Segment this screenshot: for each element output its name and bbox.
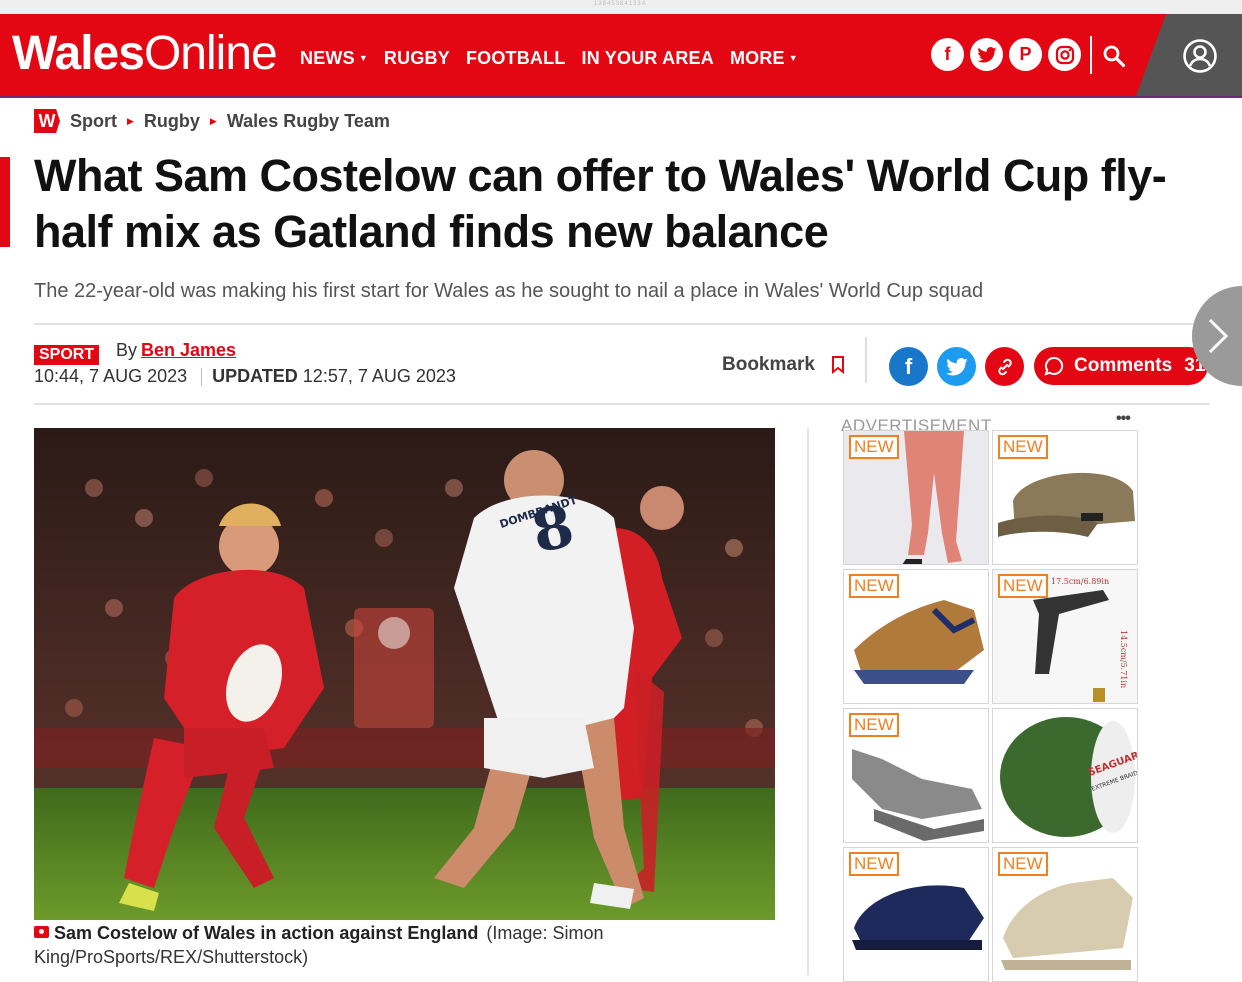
- article-headline: What Sam Costelow can offer to Wales' Wo…: [34, 150, 1167, 257]
- search-icon[interactable]: [1102, 44, 1126, 68]
- published-time: 10:44, 7 AUG 2023: [34, 366, 188, 386]
- home-badge[interactable]: W: [34, 109, 60, 133]
- divider: [34, 403, 1210, 405]
- dateline: 10:44, 7 AUG 2023 UPDATED 12:57, 7 AUG 2…: [34, 366, 456, 387]
- updated-time: 12:57, 7 AUG 2023: [302, 366, 456, 386]
- logo-light: Online: [143, 27, 278, 80]
- chevron-down-icon: ▼: [358, 53, 368, 63]
- menu-item-news[interactable]: NEWS ▼: [300, 48, 368, 69]
- facebook-icon[interactable]: f: [931, 38, 964, 71]
- ad-tile-hose-nozzle[interactable]: NEW 17.5cm/6.89in 14.5cm/5.71in: [992, 569, 1138, 704]
- header-divider: [1090, 36, 1092, 74]
- divider: [34, 323, 1210, 325]
- ad-tile-leggings[interactable]: NEW: [843, 430, 989, 565]
- bookmark-button[interactable]: Bookmark: [722, 354, 845, 376]
- instagram-icon[interactable]: [1048, 38, 1081, 71]
- ad-tile-fishing-line[interactable]: SEAGUAR EXTREME BRAID: [992, 708, 1138, 843]
- article-standfirst: The 22-year-old was making his first sta…: [34, 280, 984, 302]
- site-header: WalesOnline NEWS ▼ RUGBY FOOTBALL IN YOUR…: [0, 14, 1242, 96]
- chevron-right-icon: ▶: [127, 115, 134, 126]
- camera-icon: [34, 926, 49, 938]
- byline: By Ben James: [116, 340, 236, 361]
- new-badge: NEW: [849, 435, 899, 459]
- dateline-divider: [201, 368, 203, 386]
- top-strip: 13845384133A: [0, 0, 1242, 14]
- top-strip-text: 13845384133A: [594, 1, 647, 7]
- ad-tile-clogs[interactable]: NEW: [843, 847, 989, 982]
- new-badge: NEW: [998, 435, 1048, 459]
- share-buttons: f: [889, 347, 1024, 386]
- updated-label: UPDATED: [212, 366, 298, 386]
- section-tag[interactable]: SPORT: [34, 345, 100, 365]
- menu-item-more[interactable]: MORE ▼: [730, 48, 798, 69]
- article-hero-image[interactable]: 8 DOMBRANDT: [34, 428, 775, 920]
- comment-bubble-icon: [1044, 356, 1064, 376]
- bookmark-icon: [831, 356, 844, 374]
- menu-item-label: NEWS: [300, 48, 355, 68]
- ad-tile-trainers-brown[interactable]: NEW: [843, 569, 989, 704]
- menu-item-label: RUGBY: [383, 48, 450, 68]
- ad-tile-cap[interactable]: NEW: [992, 430, 1138, 565]
- author-link[interactable]: Ben James: [141, 340, 236, 360]
- headline-accent-bar: [0, 157, 10, 247]
- share-divider: [865, 337, 867, 383]
- more-options-icon[interactable]: •••: [1116, 410, 1131, 428]
- logo-bold: Wales: [12, 27, 145, 80]
- copy-link-icon[interactable]: [985, 347, 1024, 386]
- caption-text: Sam Costelow of Wales in action against …: [54, 923, 479, 943]
- chevron-right-icon: ▶: [209, 115, 217, 126]
- menu-item-label: MORE: [729, 48, 785, 68]
- menu-item-label: IN YOUR AREA: [581, 48, 714, 68]
- size-label: 14.5cm/5.71in: [1119, 630, 1128, 688]
- byline-prefix: By: [116, 340, 138, 360]
- site-logo[interactable]: WalesOnline: [12, 27, 278, 80]
- user-account-icon[interactable]: [1182, 38, 1218, 74]
- chevron-right-icon: [1208, 318, 1229, 354]
- new-badge: NEW: [998, 852, 1048, 876]
- chevron-down-icon: ▼: [788, 53, 798, 63]
- ad-tile-boots-beige[interactable]: NEW: [992, 847, 1138, 982]
- comments-button[interactable]: Comments 31: [1034, 347, 1208, 385]
- breadcrumb-rugby[interactable]: Rugby: [144, 111, 200, 132]
- pinterest-icon[interactable]: P: [1009, 38, 1042, 71]
- menu-item-label: FOOTBALL: [465, 48, 566, 68]
- main-menu: NEWS ▼ RUGBY FOOTBALL IN YOUR AREA MORE ▼: [300, 48, 798, 69]
- new-badge: NEW: [849, 713, 899, 737]
- menu-item-in-your-area[interactable]: IN YOUR AREA: [582, 48, 714, 69]
- new-badge: NEW: [849, 852, 899, 876]
- header-underline: [0, 96, 1242, 98]
- bookmark-label: Bookmark: [722, 354, 815, 375]
- new-badge: NEW: [849, 574, 899, 598]
- fishing-line-spool-image: SEAGUAREXTREME BRAID: [993, 709, 1137, 842]
- menu-item-football[interactable]: FOOTBALL: [466, 48, 566, 69]
- menu-item-rugby[interactable]: RUGBY: [384, 48, 450, 69]
- new-badge: NEW: [998, 574, 1048, 598]
- breadcrumb-wales-rugby-team[interactable]: Wales Rugby Team: [227, 111, 390, 132]
- image-caption: Sam Costelow of Wales in action against …: [34, 921, 775, 969]
- size-label: 17.5cm/6.89in: [1051, 577, 1109, 586]
- header-social-links: f P: [931, 38, 1081, 71]
- rugby-photo: 8 DOMBRANDT: [34, 428, 775, 920]
- breadcrumb: W Sport ▶ Rugby ▶ Wales Rugby Team: [34, 109, 390, 133]
- column-divider: [807, 428, 809, 975]
- facebook-share-icon[interactable]: f: [889, 347, 928, 386]
- breadcrumb-sport[interactable]: Sport: [70, 111, 117, 132]
- twitter-share-icon[interactable]: [937, 347, 976, 386]
- twitter-icon[interactable]: [970, 38, 1003, 71]
- ad-tile-trainers-grey[interactable]: NEW: [843, 708, 989, 843]
- comments-label: Comments: [1074, 355, 1173, 376]
